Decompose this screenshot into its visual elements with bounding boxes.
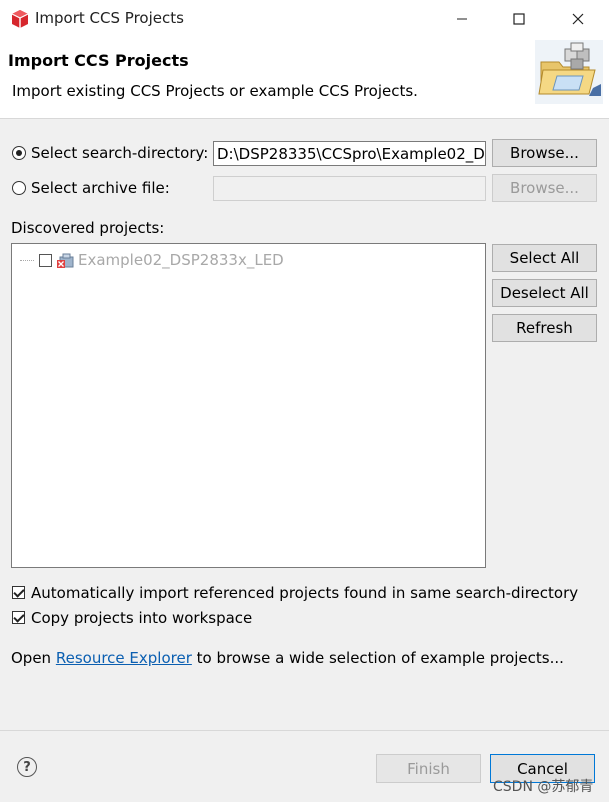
tree-connector (20, 260, 34, 261)
archive-file-label: Select archive file: (31, 179, 170, 197)
minimize-icon (457, 18, 467, 20)
wizard-header: Import CCS Projects Import existing CCS … (0, 38, 609, 119)
project-checkbox[interactable] (39, 254, 52, 267)
search-directory-radio[interactable] (12, 146, 26, 160)
minimize-button[interactable] (433, 0, 491, 38)
wizard-subtitle: Import existing CCS Projects or example … (12, 82, 418, 100)
help-icon[interactable]: ? (17, 757, 37, 777)
copy-projects-label: Copy projects into workspace (31, 609, 253, 627)
auto-import-label: Automatically import referenced projects… (31, 584, 579, 602)
archive-file-radio[interactable] (12, 181, 26, 195)
maximize-icon (513, 13, 525, 25)
discovered-projects-tree[interactable]: Example02_DSP2833x_LED (11, 243, 486, 568)
discovered-projects-label: Discovered projects: (11, 219, 165, 237)
resource-explorer-text: Open Resource Explorer to browse a wide … (11, 649, 564, 667)
copy-projects-checkbox[interactable] (12, 611, 25, 624)
finish-button[interactable]: Finish (376, 754, 481, 783)
refresh-button[interactable]: Refresh (492, 314, 597, 342)
import-folder-icon (535, 40, 603, 104)
auto-import-checkbox[interactable] (12, 586, 25, 599)
resource-explorer-link[interactable]: Resource Explorer (56, 649, 192, 667)
browse-archive-button[interactable]: Browse... (492, 174, 597, 202)
archive-file-input[interactable] (213, 176, 486, 201)
close-button[interactable] (549, 0, 607, 38)
watermark: CSDN @苏郁青 (493, 779, 594, 795)
search-directory-label: Select search-directory: (31, 144, 209, 162)
browse-directory-button[interactable]: Browse... (492, 139, 597, 167)
select-all-button[interactable]: Select All (492, 244, 597, 272)
close-icon (572, 13, 584, 25)
footer-divider (0, 730, 609, 731)
maximize-button[interactable] (490, 0, 548, 38)
window-title: Import CCS Projects (35, 9, 184, 27)
project-tree-item[interactable]: Example02_DSP2833x_LED (20, 251, 320, 269)
resource-explorer-suffix: to browse a wide selection of example pr… (191, 649, 564, 667)
project-name: Example02_DSP2833x_LED (78, 251, 284, 269)
ccs-project-icon (57, 253, 74, 268)
ccs-app-icon (11, 10, 29, 28)
deselect-all-button[interactable]: Deselect All (492, 279, 597, 307)
search-directory-input[interactable]: D:\DSP28335\CCSpro\Example02_DSP2833x_LE… (213, 141, 486, 166)
resource-explorer-prefix: Open (11, 649, 56, 667)
wizard-title: Import CCS Projects (8, 51, 189, 70)
title-bar: Import CCS Projects (0, 0, 609, 38)
